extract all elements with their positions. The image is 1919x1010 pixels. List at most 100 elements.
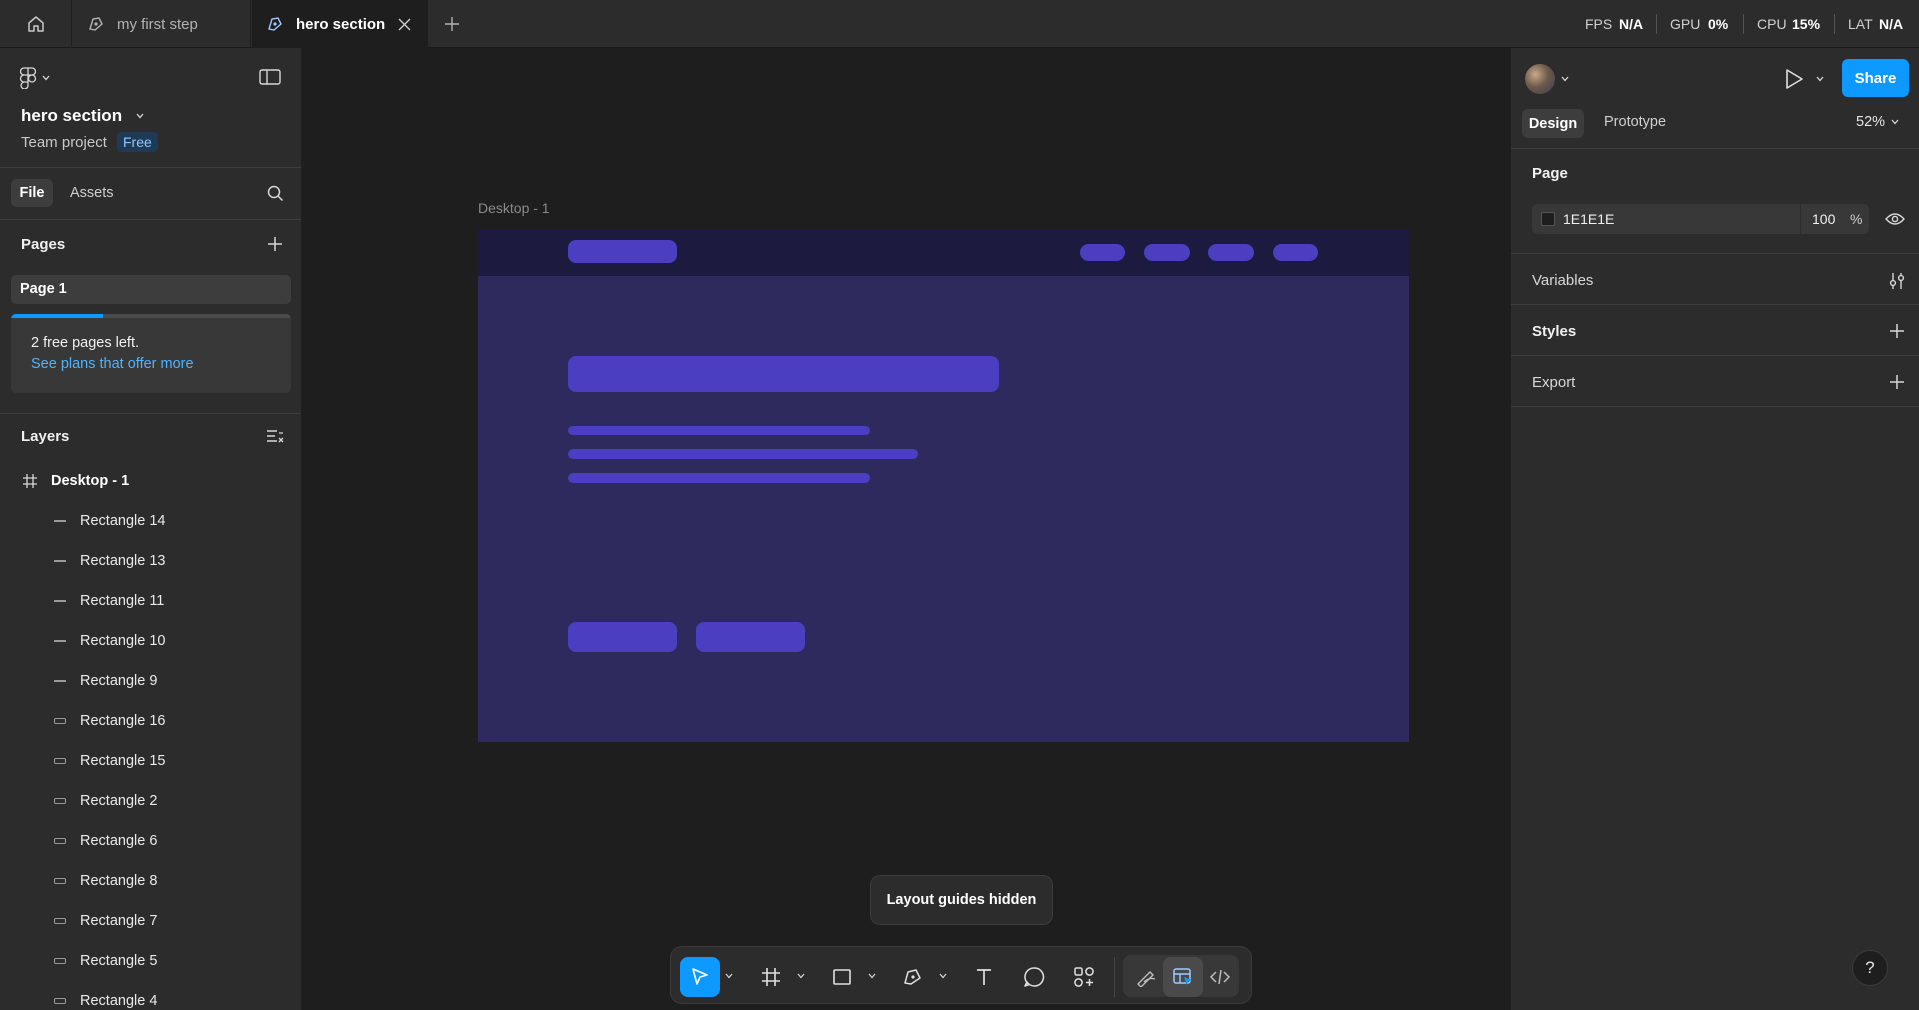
layer-item[interactable]: Rectangle 10 — [0, 621, 301, 661]
play-icon — [1786, 69, 1803, 89]
layer-item[interactable]: Rectangle 13 — [0, 541, 301, 581]
layer-item[interactable]: Rectangle 4 — [0, 981, 301, 1010]
nav-pill[interactable] — [1144, 244, 1190, 261]
chevron-down-icon[interactable] — [939, 973, 947, 979]
eye-icon[interactable] — [1885, 212, 1905, 226]
color-swatch[interactable] — [1541, 212, 1555, 226]
frame-tool-button[interactable] — [751, 957, 791, 997]
layer-item[interactable]: Rectangle 15 — [0, 741, 301, 781]
layer-list-options-icon[interactable] — [266, 429, 284, 445]
rectangle-icon — [54, 878, 66, 884]
home-icon — [27, 16, 44, 32]
main-menu-button[interactable] — [20, 66, 60, 90]
pen-tool-button[interactable] — [893, 957, 933, 997]
layer-item[interactable]: Rectangle 9 — [0, 661, 301, 701]
help-icon: ? — [1865, 958, 1875, 977]
canvas[interactable]: Desktop - 1 Layout guides hidden — [302, 48, 1510, 1010]
toggle-sidebar-button[interactable] — [259, 68, 281, 88]
tab-file[interactable]: File — [11, 179, 53, 207]
code-icon — [1209, 969, 1231, 985]
export-section-title: Export — [1532, 374, 1576, 391]
page-color-hex[interactable]: 1E1E1E — [1563, 211, 1614, 227]
present-button[interactable] — [1784, 68, 1824, 90]
plus-icon — [445, 17, 459, 31]
frame-desktop-1[interactable] — [478, 229, 1409, 742]
chevron-down-icon[interactable] — [797, 973, 805, 979]
nav-pill[interactable] — [1080, 244, 1125, 261]
chevron-down-icon[interactable] — [868, 973, 876, 979]
layer-item[interactable]: Rectangle 6 — [0, 821, 301, 861]
layer-item[interactable]: Rectangle 7 — [0, 901, 301, 941]
page-section-title: Page — [1532, 165, 1568, 182]
actions-tool-button[interactable] — [1064, 957, 1104, 997]
logo-rect[interactable] — [568, 240, 677, 263]
zoom-dropdown[interactable]: 52% — [1856, 114, 1899, 130]
layer-frame-desktop-1[interactable]: Desktop - 1 — [0, 461, 301, 501]
file-name-dropdown[interactable]: hero section — [21, 106, 144, 126]
components-icon — [1074, 967, 1094, 987]
gpu-label: GPU — [1670, 16, 1701, 32]
layer-label: Rectangle 15 — [80, 753, 166, 769]
layer-item[interactable]: Rectangle 14 — [0, 501, 301, 541]
add-export-icon[interactable] — [1890, 375, 1904, 389]
text-line-rect[interactable] — [568, 449, 918, 459]
tab-design[interactable]: Design — [1522, 109, 1584, 138]
button-rect[interactable] — [568, 622, 677, 652]
new-tab-button[interactable] — [440, 12, 464, 36]
text-line-rect[interactable] — [568, 473, 870, 483]
project-name[interactable]: Team project — [21, 134, 107, 151]
page-background-field[interactable]: 1E1E1E 100 % — [1532, 204, 1869, 234]
shape-tool-button[interactable] — [822, 957, 862, 997]
rectangle-icon — [54, 838, 66, 844]
headline-rect[interactable] — [568, 356, 999, 392]
home-button[interactable] — [0, 0, 72, 48]
sidebar-icon — [259, 69, 281, 85]
bottom-toolbar — [670, 946, 1252, 1004]
search-icon[interactable] — [267, 185, 284, 202]
layer-item[interactable]: Rectangle 11 — [0, 581, 301, 621]
tab-assets[interactable]: Assets — [70, 185, 114, 201]
page-item-page-1[interactable]: Page 1 — [11, 275, 291, 304]
tab-label: hero section — [296, 15, 386, 33]
cursor-icon — [692, 968, 708, 985]
design-mode-button[interactable] — [1163, 957, 1203, 997]
rectangle-icon — [54, 998, 66, 1004]
cpu-label: CPU — [1757, 16, 1787, 32]
add-style-icon[interactable] — [1890, 324, 1904, 338]
layer-item[interactable]: Rectangle 16 — [0, 701, 301, 741]
draw-mode-button[interactable] — [1126, 957, 1166, 997]
help-button[interactable]: ? — [1852, 950, 1888, 986]
layer-item[interactable]: Rectangle 8 — [0, 861, 301, 901]
text-line-rect[interactable] — [568, 426, 870, 435]
chevron-down-icon — [42, 75, 50, 81]
text-tool-button[interactable] — [964, 957, 1004, 997]
close-icon[interactable] — [398, 18, 411, 31]
chevron-down-icon[interactable] — [725, 973, 733, 979]
variables-section-title[interactable]: Variables — [1532, 272, 1593, 289]
plan-badge[interactable]: Free — [117, 132, 158, 152]
share-button[interactable]: Share — [1842, 59, 1909, 97]
tab-my-first-step[interactable]: my first step — [73, 0, 251, 48]
user-avatar-button[interactable] — [1525, 64, 1569, 94]
variables-icon[interactable] — [1888, 272, 1906, 290]
frame-label[interactable]: Desktop - 1 — [478, 200, 550, 216]
see-plans-link[interactable]: See plans that offer more — [31, 356, 194, 372]
layer-label: Rectangle 10 — [80, 633, 166, 649]
gpu-value: 0% — [1708, 16, 1729, 32]
button-rect[interactable] — [696, 622, 805, 652]
dev-mode-button[interactable] — [1200, 957, 1240, 997]
chevron-down-icon — [1891, 119, 1899, 125]
layer-item[interactable]: Rectangle 2 — [0, 781, 301, 821]
divider — [0, 413, 301, 414]
comment-tool-button[interactable] — [1014, 957, 1054, 997]
layer-item[interactable]: Rectangle 5 — [0, 941, 301, 981]
page-opacity[interactable]: 100 — [1812, 211, 1835, 227]
nav-pill[interactable] — [1273, 244, 1318, 261]
tab-hero-section[interactable]: hero section — [252, 0, 428, 48]
tab-prototype[interactable]: Prototype — [1604, 114, 1666, 130]
layer-label: Rectangle 5 — [80, 953, 158, 969]
add-page-icon[interactable] — [268, 237, 282, 251]
nav-pill[interactable] — [1208, 244, 1254, 261]
frame-icon — [762, 968, 780, 986]
move-tool-button[interactable] — [680, 957, 720, 997]
